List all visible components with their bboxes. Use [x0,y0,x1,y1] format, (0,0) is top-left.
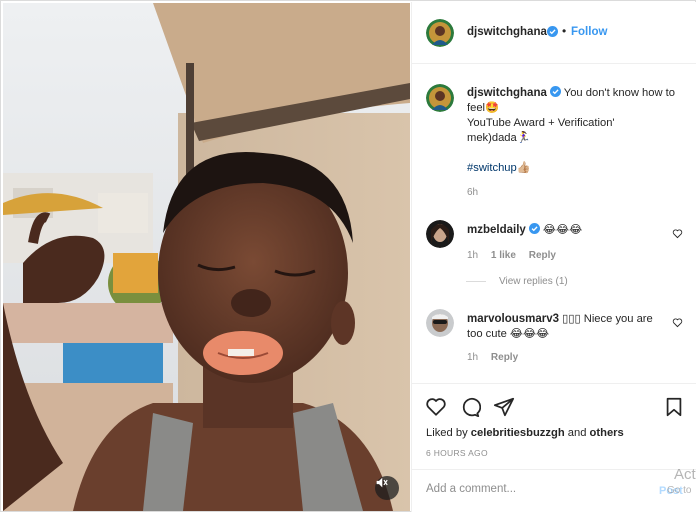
separator-dot: • [562,24,567,38]
avatar[interactable] [426,19,454,47]
avatar[interactable] [426,309,454,337]
comment-likes-link[interactable]: 1 like [491,250,516,261]
post-timestamp[interactable]: 6 HOURS AGO [426,448,488,458]
caption-text: djswitchghana You don't know how to feel… [467,86,692,200]
share-icon[interactable] [493,396,515,418]
heart-icon[interactable] [425,396,447,418]
comment-text: marvolousmarv3 ▯▯▯ Niece you are too cut… [467,312,667,342]
liked-by-joiner: and [567,427,587,439]
caption-line-2: YouTube Award + Verification' [467,117,615,129]
follow-button[interactable]: Follow [571,26,607,38]
windows-activation-watermark: Act [674,466,696,483]
verified-badge-icon [528,223,540,234]
caption-timestamp: 6h [467,187,479,198]
heart-icon[interactable] [672,228,683,239]
comment-meta: 1h 1 like Reply [467,250,566,261]
bookmark-icon[interactable] [663,396,685,418]
view-replies-button[interactable]: View replies (1) [466,276,568,287]
post-author-username[interactable]: djswitchghana [467,26,547,38]
hashtag-link[interactable]: #switchup👍🏼 [467,162,531,174]
comment-meta: 1h Reply [467,352,528,363]
comment-username[interactable]: mzbeldaily [467,224,526,236]
divider [466,281,486,282]
comment-reply-button[interactable]: Reply [529,250,556,261]
comment-text: mzbeldaily 😂😂😂 [467,223,667,238]
post-modal: djswitchghana • Follow djswitchghana You… [0,0,696,512]
caption-username[interactable]: djswitchghana [467,87,547,99]
post-actions: Liked by celebritiesbuzzgh and others 6 … [412,383,696,469]
liked-by-prefix: Liked by [426,427,468,439]
heart-icon[interactable] [672,317,683,328]
comment-username[interactable]: marvolousmarv3 [467,313,559,325]
windows-activation-watermark-sub: Go to [667,485,692,496]
comment-input[interactable] [426,483,626,495]
liked-by-user-link[interactable]: celebritiesbuzzgh [471,427,565,439]
caption-line-3: mek)dada🏃‍♀️ [467,132,531,144]
comment-timestamp: 1h [467,250,479,261]
avatar[interactable] [426,220,454,248]
verified-badge-icon [549,86,561,97]
speaker-muted-icon [376,477,388,488]
post-side-panel: djswitchghana • Follow djswitchghana You… [411,2,696,512]
avatar[interactable] [426,84,454,112]
comment-timestamp: 1h [467,352,479,363]
comment-composer: Post Act Go to [412,466,696,512]
verified-badge-icon [547,26,558,37]
comment-body: 😂😂😂 [542,224,583,236]
mute-button[interactable] [375,476,399,500]
video-player[interactable] [3,3,410,511]
comment-icon[interactable] [459,396,481,418]
liked-by-others-link[interactable]: others [590,427,624,439]
liked-by-text: Liked by celebritiesbuzzgh and others [426,427,624,439]
video-frame-image [3,3,410,511]
view-replies-label: View replies (1) [499,276,568,287]
verified-badge [544,26,558,39]
comment-reply-button[interactable]: Reply [491,352,518,363]
post-header: djswitchghana • Follow [412,2,696,64]
